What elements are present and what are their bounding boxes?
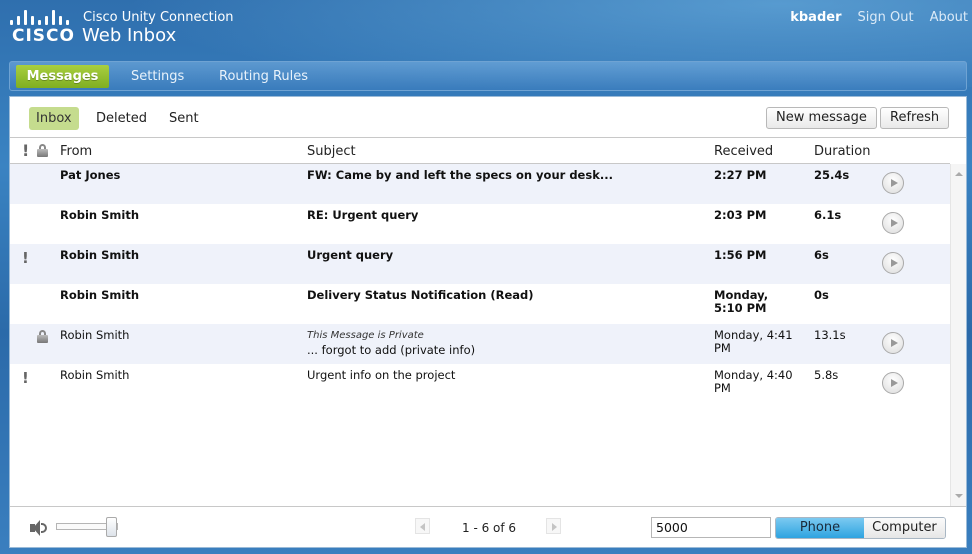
- pager-text: 1 - 6 of 6: [462, 521, 517, 535]
- cisco-logo: CISCO: [8, 9, 75, 46]
- message-list: Pat Jones FW: Came by and left the specs …: [10, 164, 950, 506]
- message-row[interactable]: Robin Smith This Message is Private ... fo…: [10, 324, 950, 364]
- message-from: Robin Smith: [60, 208, 140, 222]
- folder-sent[interactable]: Sent: [162, 107, 206, 130]
- message-duration: 0s: [814, 288, 829, 302]
- next-page-button[interactable]: [546, 518, 561, 534]
- inbox-toolbar: Inbox Deleted Sent New message Refresh: [10, 97, 966, 138]
- message-subject-cell: Urgent info on the project: [307, 369, 707, 382]
- message-received: 2:03 PM: [714, 208, 767, 222]
- message-duration: 25.4s: [814, 168, 850, 182]
- prev-page-button[interactable]: [415, 518, 430, 534]
- play-icon[interactable]: [882, 172, 904, 194]
- message-row[interactable]: Robin Smith Delivery Status Notification …: [10, 284, 950, 324]
- main-nav: Messages Settings Routing Rules: [9, 61, 967, 91]
- phone-option[interactable]: Phone: [776, 518, 864, 538]
- message-from: Robin Smith: [60, 288, 140, 302]
- urgent-icon: !: [22, 249, 29, 267]
- message-from: Robin Smith: [60, 248, 140, 262]
- account-links: kbader Sign Out About: [790, 10, 968, 25]
- player-footer: 1 - 6 of 6 Phone Computer: [10, 506, 966, 548]
- message-duration: 5.8s: [814, 368, 839, 382]
- message-duration: 13.1s: [814, 328, 846, 342]
- play-icon[interactable]: [882, 252, 904, 274]
- message-list-scrollbar[interactable]: [950, 164, 966, 506]
- computer-option[interactable]: Computer: [863, 518, 945, 538]
- cisco-bars-icon: [8, 9, 72, 25]
- private-column-lock-icon[interactable]: [37, 144, 48, 157]
- scroll-up-icon[interactable]: [955, 172, 963, 176]
- message-received: Monday, 4:41 PM: [714, 328, 793, 355]
- message-subject: Delivery Status Notification (Read): [307, 288, 534, 302]
- message-received: 2:27 PM: [714, 168, 767, 182]
- message-row[interactable]: ! Robin Smith Urgent info on the project Mo…: [10, 364, 950, 404]
- about-link[interactable]: About: [930, 10, 968, 25]
- column-from[interactable]: From: [60, 144, 92, 159]
- message-subject-cell: Urgent query: [307, 249, 707, 262]
- message-row[interactable]: ! Robin Smith Urgent query 1:56 PM 6s: [10, 244, 950, 284]
- message-subject: RE: Urgent query: [307, 208, 419, 222]
- message-from: Robin Smith: [60, 328, 130, 342]
- playback-device-toggle: Phone Computer: [775, 517, 946, 539]
- tab-routing-rules[interactable]: Routing Rules: [205, 65, 322, 88]
- message-duration: 6s: [814, 248, 829, 262]
- tab-messages[interactable]: Messages: [16, 65, 109, 88]
- play-icon[interactable]: [882, 332, 904, 354]
- play-icon[interactable]: [882, 372, 904, 394]
- message-subject: Urgent info on the project: [307, 368, 456, 382]
- column-duration[interactable]: Duration: [814, 144, 870, 159]
- column-received[interactable]: Received: [714, 144, 773, 159]
- app-title: Web Inbox: [82, 25, 177, 46]
- tab-settings[interactable]: Settings: [117, 65, 198, 88]
- column-subject[interactable]: Subject: [307, 144, 356, 159]
- message-subject-cell: RE: Urgent query: [307, 209, 707, 222]
- username-link[interactable]: kbader: [790, 10, 841, 25]
- message-duration: 6.1s: [814, 208, 842, 222]
- message-subject: ... forgot to add (private info): [307, 343, 476, 357]
- app-header: CISCO Cisco Unity Connection Web Inbox k…: [0, 0, 972, 56]
- urgent-column-icon[interactable]: !: [22, 141, 29, 160]
- scroll-down-icon[interactable]: [955, 494, 963, 498]
- message-subject-cell: FW: Came by and left the specs on your d…: [307, 169, 707, 182]
- volume-slider-thumb[interactable]: [105, 517, 117, 537]
- logo-wordmark: CISCO: [12, 26, 75, 46]
- message-from: Pat Jones: [60, 168, 121, 182]
- phone-extension-input[interactable]: [651, 517, 771, 538]
- message-row[interactable]: Pat Jones FW: Came by and left the specs …: [10, 164, 950, 204]
- table-header: ! From Subject Received Duration: [10, 138, 950, 164]
- inbox-panel: Inbox Deleted Sent New message Refresh !…: [9, 96, 967, 548]
- new-message-button[interactable]: New message: [766, 107, 877, 129]
- folder-inbox[interactable]: Inbox: [29, 107, 79, 130]
- private-note: This Message is Private: [307, 330, 424, 341]
- message-subject: FW: Came by and left the specs on your d…: [307, 168, 613, 182]
- message-subject-cell: Delivery Status Notification (Read): [307, 289, 707, 302]
- app-subtitle: Cisco Unity Connection: [83, 10, 234, 25]
- message-subject-cell: This Message is Private ... forgot to add…: [307, 329, 707, 357]
- message-row[interactable]: Robin Smith RE: Urgent query 2:03 PM 6.1s: [10, 204, 950, 244]
- sign-out-link[interactable]: Sign Out: [858, 10, 914, 25]
- message-received: 1:56 PM: [714, 248, 767, 262]
- message-received: Monday, 4:40 PM: [714, 368, 793, 395]
- urgent-icon: !: [22, 369, 29, 387]
- folder-deleted[interactable]: Deleted: [89, 107, 154, 130]
- private-lock-icon: [37, 330, 48, 343]
- play-icon[interactable]: [882, 212, 904, 234]
- message-received: Monday, 5:10 PM: [714, 288, 769, 315]
- message-subject: Urgent query: [307, 248, 394, 262]
- speaker-icon[interactable]: [30, 520, 52, 536]
- refresh-button[interactable]: Refresh: [880, 107, 950, 129]
- message-from: Robin Smith: [60, 368, 130, 382]
